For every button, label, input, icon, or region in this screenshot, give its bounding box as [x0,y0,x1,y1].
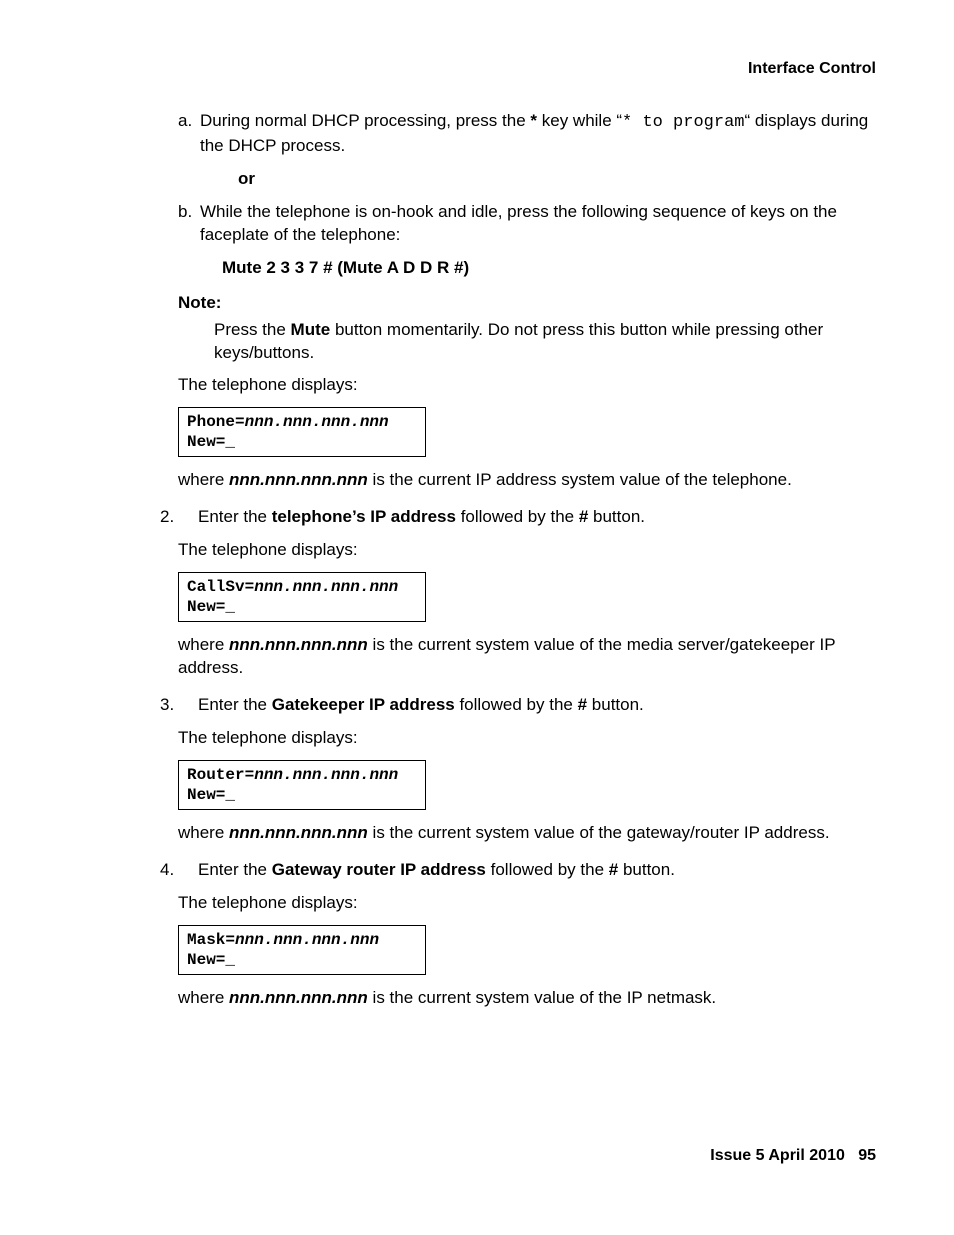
box1-label: Phone= [187,413,245,431]
where3-ip: nnn.nnn.nnn.nnn [229,823,368,842]
step-4-marker: 4. [160,859,174,882]
where-3: where nnn.nnn.nnn.nnn is the current sys… [178,822,878,845]
step-2-marker: 2. [160,506,174,529]
box3-new: New=_ [187,786,235,804]
box2-ip: nnn.nnn.nnn.nnn [254,578,398,596]
step2-bold: telephone’s IP address [272,507,456,526]
step2-post: button. [588,507,645,526]
page-footer: Issue 5 April 2010 95 [710,1145,876,1167]
display-box-phone: Phone=nnn.nnn.nnn.nnn New=_ [178,407,426,457]
box4-label: Mask= [187,931,235,949]
step4-post: button. [618,860,675,879]
substep-a: a. During normal DHCP processing, press … [178,110,878,191]
where4-pre: where [178,988,229,1007]
displays-label-2: The telephone displays: [178,539,878,562]
where3-pre: where [178,823,229,842]
step3-post: button. [587,695,644,714]
where3-post: is the current system value of the gatew… [368,823,830,842]
step3-pre: Enter the [198,695,272,714]
footer-issue: Issue 5 April 2010 [710,1147,845,1164]
step2-hash: # [579,507,588,526]
step4-hash: # [609,860,618,879]
where4-post: is the current system value of the IP ne… [368,988,716,1007]
substep-a-mid: key while “ [537,111,622,130]
note-pre: Press the [214,320,291,339]
where2-pre: where [178,635,229,654]
where-1: where nnn.nnn.nnn.nnn is the current IP … [178,469,878,492]
substep-a-code: * to program [622,113,744,132]
step3-mid: followed by the [455,695,578,714]
step3-bold: Gatekeeper IP address [272,695,455,714]
substep-a-text: During normal DHCP processing, press the… [200,111,868,155]
step-3-marker: 3. [160,694,174,717]
step4-bold: Gateway router IP address [272,860,486,879]
substep-b-text: While the telephone is on-hook and idle,… [200,202,837,244]
where1-ip: nnn.nnn.nnn.nnn [229,470,368,489]
page-header: Interface Control [748,58,876,80]
box4-new: New=_ [187,951,235,969]
mute-word: Mute [291,320,331,339]
box1-new: New=_ [187,433,235,451]
where1-pre: where [178,470,229,489]
mute-sequence: Mute 2 3 3 7 # (Mute A D D R #) [222,257,878,280]
step2-mid: followed by the [456,507,579,526]
displays-label-3: The telephone displays: [178,727,878,750]
display-box-router: Router=nnn.nnn.nnn.nnn New=_ [178,760,426,810]
box1-ip: nnn.nnn.nnn.nnn [245,413,389,431]
where-4: where nnn.nnn.nnn.nnn is the current sys… [178,987,878,1010]
where1-post: is the current IP address system value o… [368,470,792,489]
where-2: where nnn.nnn.nnn.nnn is the current sys… [178,634,878,680]
step4-pre: Enter the [198,860,272,879]
page: Interface Control a. During normal DHCP … [0,0,954,1235]
note-body: Press the Mute button momentarily. Do no… [214,319,878,365]
step3-hash: # [578,695,587,714]
box2-label: CallSv= [187,578,254,596]
substep-a-pre: During normal DHCP processing, press the [200,111,530,130]
substep-a-marker: a. [178,110,192,133]
footer-page-number: 95 [858,1147,876,1164]
where4-ip: nnn.nnn.nnn.nnn [229,988,368,1007]
step4-mid: followed by the [486,860,609,879]
box3-ip: nnn.nnn.nnn.nnn [254,766,398,784]
step2-pre: Enter the [198,507,272,526]
substep-b: b. While the telephone is on-hook and id… [178,201,878,280]
displays-label-1: The telephone displays: [178,374,878,397]
displays-label-4: The telephone displays: [178,892,878,915]
box4-ip: nnn.nnn.nnn.nnn [235,931,379,949]
note-label: Note: [178,292,878,315]
or-divider: or [238,168,878,191]
substep-b-marker: b. [178,201,192,224]
step-4: 4. Enter the Gateway router IP address f… [178,859,878,1010]
display-box-callsv: CallSv=nnn.nnn.nnn.nnn New=_ [178,572,426,622]
step-2: 2. Enter the telephone’s IP address foll… [178,506,878,680]
display-box-mask: Mask=nnn.nnn.nnn.nnn New=_ [178,925,426,975]
box2-new: New=_ [187,598,235,616]
box3-label: Router= [187,766,254,784]
body-content: a. During normal DHCP processing, press … [178,110,878,1024]
step-3: 3. Enter the Gatekeeper IP address follo… [178,694,878,845]
where2-ip: nnn.nnn.nnn.nnn [229,635,368,654]
